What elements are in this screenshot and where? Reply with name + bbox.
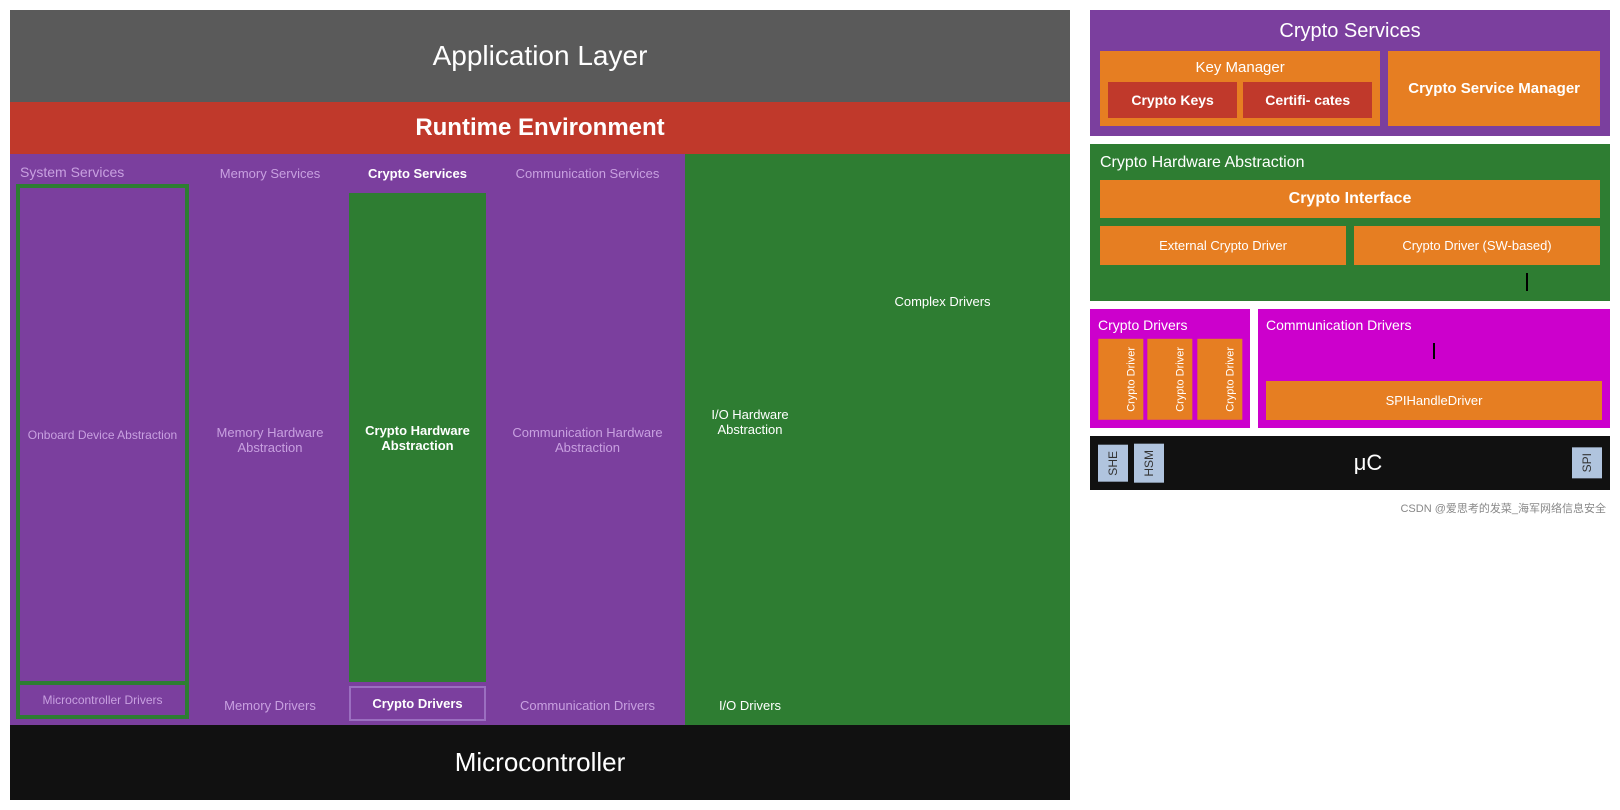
io-drivers-cell: I/O Drivers — [689, 690, 811, 721]
left-panel: Application Layer Runtime Environment Sy… — [0, 0, 1080, 810]
crypto-keys-btn[interactable]: Crypto Keys — [1108, 82, 1237, 118]
crypto-driver-sw-box: Crypto Driver (SW-based) — [1354, 226, 1600, 265]
system-services-col: System Services Onboard Device Abstracti… — [10, 154, 195, 725]
memory-hw-abs-cell: Memory Hardware Abstraction — [199, 193, 341, 686]
she-chip: SHE — [1098, 445, 1128, 482]
crypto-hw-abs-right-title: Crypto Hardware Abstraction — [1100, 154, 1600, 172]
crypto-services-left-label: Crypto Services — [349, 158, 486, 189]
spi-handle-driver-box: SPIHandleDriver — [1266, 381, 1602, 420]
system-services-inner: Onboard Device Abstraction Microcontroll… — [16, 184, 189, 719]
crypto-interface-bar: Crypto Interface — [1100, 180, 1600, 218]
hsm-chip: HSM — [1134, 444, 1164, 483]
crypto-drivers-right-box: Crypto Drivers Crypto Driver Crypto Driv… — [1090, 309, 1250, 428]
complex-col: Complex Drivers — [815, 154, 1070, 725]
crypto-drivers-right-row: External Crypto Driver Crypto Driver (SW… — [1100, 226, 1600, 265]
mc-row: SHE HSM μC SPI — [1090, 436, 1610, 491]
microcontroller-bar: Microcontroller — [10, 725, 1070, 800]
onboard-device-cell: Onboard Device Abstraction — [20, 188, 185, 681]
memory-drivers-cell: Memory Drivers — [199, 690, 341, 721]
complex-drivers-cell: Complex Drivers — [819, 158, 1066, 446]
io-hw-abs-cell: I/O Hardware Abstraction — [689, 158, 811, 686]
comm-arrow-shaft — [1433, 343, 1435, 359]
crypto-drivers-left-cell: Crypto Drivers — [349, 686, 486, 721]
io-col: I/O Hardware Abstraction I/O Drivers — [685, 154, 815, 725]
crypto-service-manager-box: Crypto Service Manager — [1388, 51, 1600, 126]
spi-chip: SPI — [1572, 447, 1602, 478]
comm-drivers-cell: Communication Drivers — [494, 690, 681, 721]
right-panel: Crypto Services Key Manager Crypto Keys … — [1080, 0, 1620, 810]
crypto-hw-abs-right-box: Crypto Hardware Abstraction Crypto Inter… — [1090, 144, 1610, 301]
crypto-chip-3: Crypto Driver — [1197, 339, 1242, 420]
certificates-btn[interactable]: Certifi- cates — [1243, 82, 1372, 118]
watermark: CSDN @爱思考的发菜_海军网络信息安全 — [1090, 498, 1610, 518]
drivers-row: Crypto Drivers Crypto Driver Crypto Driv… — [1090, 309, 1610, 428]
app-layer-label: Application Layer — [433, 40, 648, 71]
arrow-shaft — [1526, 273, 1528, 291]
external-crypto-driver-box: External Crypto Driver — [1100, 226, 1346, 265]
comm-arrow-area — [1266, 343, 1602, 359]
crypto-services-box: Crypto Services Key Manager Crypto Keys … — [1090, 10, 1610, 136]
crypto-hw-abs-cell: Crypto Hardware Abstraction — [349, 193, 486, 682]
application-layer: Application Layer — [10, 10, 1070, 102]
crypto-driver-chips: Crypto Driver Crypto Driver Crypto Drive… — [1098, 339, 1242, 420]
comm-hw-abs-cell: Communication Hardware Abstraction — [494, 193, 681, 686]
memory-col: Memory Services Memory Hardware Abstract… — [195, 154, 345, 725]
system-services-label: System Services — [16, 160, 189, 184]
crypto-chip-2: Crypto Driver — [1147, 339, 1192, 420]
key-manager-box: Key Manager Crypto Keys Certifi- cates — [1100, 51, 1380, 126]
comm-drivers-right-box: Communication Drivers SPIHandleDriver — [1258, 309, 1610, 428]
crypto-chip-1: Crypto Driver — [1098, 339, 1143, 420]
crypto-drivers-right-title: Crypto Drivers — [1098, 317, 1242, 333]
runtime-environment: Runtime Environment — [10, 102, 1070, 154]
microcontroller-label: Microcontroller — [455, 747, 626, 777]
comm-drivers-right-title: Communication Drivers — [1266, 317, 1602, 333]
arrow-area — [1100, 273, 1600, 291]
comm-col: Communication Services Communication Har… — [490, 154, 685, 725]
comm-services-label: Communication Services — [494, 158, 681, 189]
runtime-env-label: Runtime Environment — [415, 114, 664, 141]
memory-services-label: Memory Services — [199, 158, 341, 189]
uc-label: μC — [1170, 450, 1566, 476]
crypto-col: Crypto Services Crypto Hardware Abstract… — [345, 154, 490, 725]
crypto-services-right-title: Crypto Services — [1100, 20, 1600, 43]
key-manager-title: Key Manager — [1108, 59, 1372, 76]
microcontroller-drivers-cell: Microcontroller Drivers — [20, 685, 185, 715]
